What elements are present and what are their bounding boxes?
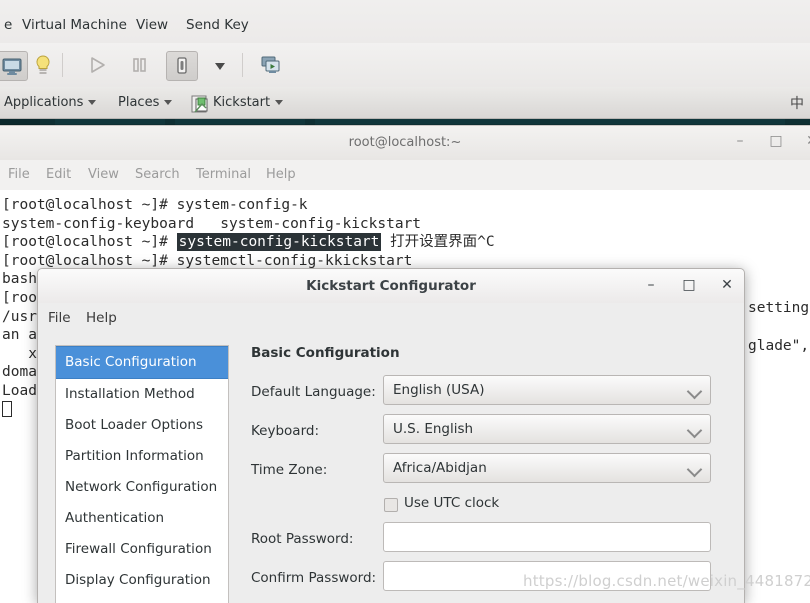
kickstart-menu-help[interactable]: Help (86, 310, 117, 326)
kickstart-menu-file[interactable]: File (48, 310, 71, 326)
kickstart-configurator-window: Kickstart Configurator – □ ✕ File Help B… (37, 268, 745, 603)
use-utc-clock-label: Use UTC clock (404, 495, 500, 511)
kickstart-basic-configuration-panel: Basic Configuration Default Language: En… (243, 345, 728, 603)
keyboard-label: Keyboard: (251, 423, 320, 439)
field-row-use-utc-clock: Use UTC clock (243, 492, 728, 522)
chevron-down-icon (275, 100, 284, 105)
screens-icon (261, 56, 280, 73)
default-language-select[interactable]: English (USA) (383, 375, 711, 405)
applications-label: Applications (4, 95, 84, 110)
menu-item-send-key[interactable]: Send Key (186, 17, 249, 33)
details-view-button[interactable] (28, 51, 58, 79)
root-password-label: Root Password: (251, 531, 354, 547)
terminal-menu-help[interactable]: Help (266, 167, 296, 182)
places-label: Places (118, 95, 160, 110)
terminal-fragment-setting: setting (748, 300, 810, 316)
terminal-highlighted-text: system-config-kickstart (176, 233, 382, 252)
chevron-down-icon (686, 383, 703, 400)
panel-title: Basic Configuration (251, 345, 400, 361)
terminal-menu-view[interactable]: View (88, 167, 119, 182)
pause-icon (133, 58, 146, 72)
sidebar-item-display-configuration[interactable]: Display Configuration (56, 565, 228, 596)
monitor-icon (2, 58, 22, 75)
field-row-default-language: Default Language: English (USA) (243, 375, 728, 414)
terminal-line: [root@localhost ~]# system-config-k (2, 197, 308, 213)
chevron-down-icon (164, 100, 173, 105)
terminal-menubar: File Edit View Search Terminal Help (0, 160, 810, 191)
confirm-password-label: Confirm Password: (251, 570, 377, 586)
play-icon (91, 57, 105, 73)
keyboard-value: U.S. English (393, 421, 474, 437)
default-language-value: English (USA) (393, 382, 485, 398)
root-password-input[interactable] (383, 522, 711, 552)
time-zone-label: Time Zone: (251, 462, 328, 478)
terminal-maximize-button[interactable]: □ (766, 133, 786, 149)
terminal-menu-edit[interactable]: Edit (46, 167, 71, 182)
terminal-menu-search[interactable]: Search (135, 167, 180, 182)
terminal-menu-file[interactable]: File (8, 167, 30, 182)
use-utc-clock-checkbox[interactable] (384, 498, 398, 512)
console-view-button[interactable] (0, 51, 28, 81)
field-row-root-password: Root Password: (243, 522, 728, 561)
sidebar-item-firewall-configuration[interactable]: Firewall Configuration (56, 534, 228, 565)
chevron-down-icon (686, 461, 703, 478)
fullscreen-button[interactable] (255, 51, 285, 79)
terminal-fragment-glade: glade", (748, 338, 810, 354)
sidebar-item-basic-configuration[interactable]: Basic Configuration (56, 346, 228, 379)
toolbar-separator (62, 53, 63, 77)
toolbar-separator-2 (242, 53, 243, 77)
menu-item-virtual-machine[interactable]: Virtual Machine (22, 17, 127, 33)
watermark-text: https://blog.csdn.net/weixin_44818720 (523, 572, 810, 590)
time-zone-value: Africa/Abidjan (393, 460, 487, 476)
shutdown-button[interactable] (166, 51, 198, 81)
shutdown-menu-button[interactable] (205, 51, 235, 79)
kickstart-maximize-button[interactable]: □ (678, 277, 700, 293)
virt-manager-toolbar (0, 43, 810, 88)
window-icon (191, 95, 208, 113)
virt-manager-menubar: e Virtual Machine View Send Key (0, 0, 810, 44)
terminal-minimize-button[interactable]: – (730, 133, 750, 149)
keyboard-select[interactable]: U.S. English (383, 414, 711, 444)
terminal-menu-terminal[interactable]: Terminal (196, 167, 251, 182)
panel-window-list-item[interactable]: Kickstart (191, 95, 284, 113)
menu-item-view[interactable]: View (136, 17, 168, 33)
kickstart-minimize-button[interactable]: – (640, 277, 662, 293)
menu-item-file[interactable]: e (4, 17, 12, 33)
gnome-panel: Applications Places Kickstart 中 (0, 87, 810, 119)
kickstart-section-list[interactable]: Basic Configuration Installation Method … (55, 345, 229, 603)
ime-indicator[interactable]: 中 (790, 93, 804, 113)
lightbulb-icon (36, 55, 50, 74)
sidebar-item-installation-method[interactable]: Installation Method (56, 379, 228, 410)
window-label: Kickstart (213, 95, 271, 110)
chevron-down-icon (686, 422, 703, 439)
sidebar-item-boot-loader-options[interactable]: Boot Loader Options (56, 410, 228, 441)
terminal-line: [root@localhost ~]# system-config-kickst… (2, 233, 495, 252)
terminal-titlebar: root@localhost:~ – □ ✕ (0, 126, 810, 161)
run-button[interactable] (82, 51, 112, 79)
pause-button[interactable] (124, 51, 154, 79)
terminal-title: root@localhost:~ (348, 135, 462, 150)
sidebar-item-network-configuration[interactable]: Network Configuration (56, 472, 228, 503)
kickstart-close-button[interactable]: ✕ (716, 277, 738, 293)
kickstart-titlebar[interactable]: Kickstart Configurator – □ ✕ (38, 269, 744, 304)
kickstart-window-title: Kickstart Configurator (306, 278, 476, 294)
terminal-line: system-config-keyboard system-config-kic… (2, 215, 422, 232)
time-zone-select[interactable]: Africa/Abidjan (383, 453, 711, 483)
sidebar-item-authentication[interactable]: Authentication (56, 503, 228, 534)
caret-down-icon (215, 63, 225, 70)
power-switch-icon (177, 57, 187, 74)
field-row-keyboard: Keyboard: U.S. English (243, 414, 728, 453)
sidebar-item-partition-information[interactable]: Partition Information (56, 441, 228, 472)
chevron-down-icon (88, 100, 97, 105)
panel-applications-menu[interactable]: Applications (4, 95, 97, 110)
field-row-time-zone: Time Zone: Africa/Abidjan (243, 453, 728, 492)
terminal-close-button[interactable]: ✕ (802, 133, 810, 149)
kickstart-menubar: File Help (38, 303, 744, 333)
default-language-label: Default Language: (251, 384, 376, 400)
panel-places-menu[interactable]: Places (118, 95, 173, 110)
